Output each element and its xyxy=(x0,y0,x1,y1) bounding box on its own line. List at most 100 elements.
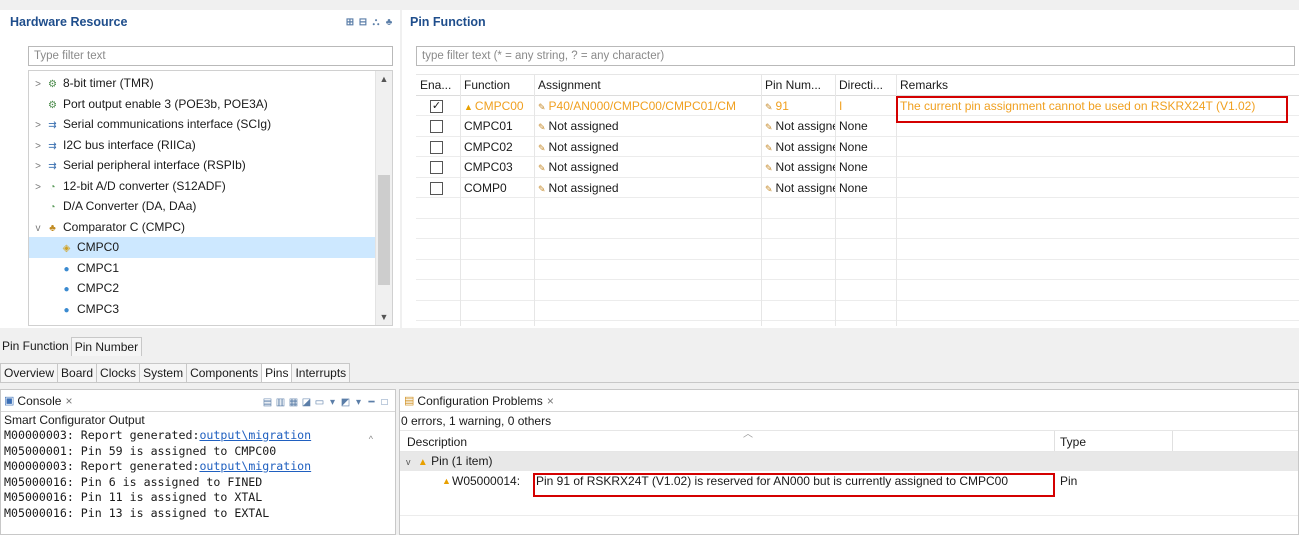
function-cell: CMPC01 xyxy=(460,116,534,136)
col-direction[interactable]: Directi... xyxy=(835,75,896,95)
empty-row xyxy=(416,280,1299,301)
report-link[interactable]: output\migration xyxy=(199,459,311,473)
tree-item-label: CMPC0 xyxy=(77,240,120,254)
close-icon[interactable]: × xyxy=(65,394,72,408)
enable-checkbox[interactable] xyxy=(430,161,443,175)
pin-number-cell[interactable]: ✎Not assigned xyxy=(761,137,835,157)
minimize-icon[interactable]: ━ xyxy=(365,397,378,408)
tab-overview[interactable]: Overview xyxy=(0,363,59,382)
tab-pin-number[interactable]: Pin Number xyxy=(70,337,143,356)
pin-number-label: Not assigned xyxy=(775,139,835,154)
col-type[interactable]: Type xyxy=(1060,431,1086,453)
pin-function-row[interactable]: CMPC03✎Not assigned✎Not assignedNone xyxy=(416,157,1299,178)
assignment-cell[interactable]: ✎ Not assigned xyxy=(534,157,761,177)
pin-function-row[interactable]: CMPC02✎Not assigned✎Not assignedNone xyxy=(416,137,1299,157)
tree-item[interactable]: > ⇉ Serial peripheral interface (RSPIb) xyxy=(29,155,376,176)
scroll-down-icon[interactable]: ▼ xyxy=(376,309,392,325)
enable-cell: ✓ xyxy=(416,96,460,116)
serial-icon: ⇉ xyxy=(48,161,57,172)
assignment-cell[interactable]: ✎ Not assigned xyxy=(534,178,761,198)
open-console-icon[interactable]: ◩ xyxy=(339,397,352,408)
col-assignment[interactable]: Assignment xyxy=(534,75,761,95)
hw-scroll-thumb[interactable] xyxy=(378,175,390,285)
assignment-cell[interactable]: ✎ Not assigned xyxy=(534,116,761,136)
problems-group-row[interactable]: v ▲ Pin (1 item) xyxy=(400,452,1298,471)
pin-number-cell[interactable]: ✎Not assigned xyxy=(761,116,835,136)
word-wrap-icon[interactable]: ▦ xyxy=(287,397,300,408)
chevron-down-icon[interactable]: v xyxy=(406,457,411,467)
tab-interrupts[interactable]: Interrupts xyxy=(291,363,351,382)
console-line: M05000016: Pin 6 is assigned to FINED xyxy=(4,475,379,491)
tree-item[interactable]: ● CMPC3 xyxy=(29,299,376,320)
hw-filter-input[interactable]: Type filter text xyxy=(28,46,393,66)
console-tab[interactable]: Console xyxy=(17,394,61,408)
tree-item[interactable]: > ◔ 12-bit A/D converter (S12ADF) xyxy=(29,176,376,197)
console-scroll-up-icon[interactable]: ^ xyxy=(369,434,373,444)
chevron-right-icon[interactable]: > xyxy=(31,137,45,157)
chevron-right-icon[interactable]: > xyxy=(31,178,45,198)
pin-number-cell[interactable]: ✎Not assigned xyxy=(761,178,835,198)
function-label: CMPC01 xyxy=(464,119,513,133)
enable-checkbox[interactable]: ✓ xyxy=(430,99,443,113)
hw-tree-scrollbar[interactable]: ▲ ▼ xyxy=(375,71,392,325)
expand-all-icon[interactable]: ⊞ xyxy=(344,17,357,28)
chevron-right-icon[interactable]: > xyxy=(31,157,45,177)
enable-checkbox[interactable] xyxy=(430,181,443,195)
tree-icon[interactable]: ⛬ xyxy=(370,17,383,28)
serial-icon: ⇉ xyxy=(48,140,57,152)
pin-number-label: Not assigned xyxy=(775,160,835,174)
tree-item[interactable]: ⚙ Port output enable 3 (POE3b, POE3A) xyxy=(29,94,376,115)
tree-item[interactable]: ● CMPC1 xyxy=(29,258,376,279)
sort-indicator-icon: ︿ xyxy=(743,429,753,440)
scroll-up-icon[interactable]: ▲ xyxy=(376,71,392,87)
chevron-down-icon[interactable]: ▾ xyxy=(326,397,339,408)
collapse-all-icon[interactable]: ⊟ xyxy=(357,17,370,28)
col-pin-number[interactable]: Pin Num... xyxy=(761,75,835,95)
tree-item[interactable]: > ⇉ Serial communications interface (SCIg) xyxy=(29,114,376,135)
tab-system[interactable]: System xyxy=(139,363,188,382)
function-label: COMP0 xyxy=(464,180,507,195)
console-output[interactable]: M00000003: Report generated:output\migra… xyxy=(1,428,379,521)
edit-icon: ✎ xyxy=(765,101,773,112)
pin-console-icon[interactable]: ◪ xyxy=(300,397,313,408)
hierarchy-icon[interactable]: ♣ xyxy=(383,17,396,28)
pin-number-cell[interactable]: ✎Not assigned xyxy=(761,157,835,177)
problems-tab[interactable]: Configuration Problems xyxy=(417,394,542,408)
pin-function-row[interactable]: COMP0✎Not assigned✎Not assignedNone xyxy=(416,178,1299,198)
tab-pins[interactable]: Pins xyxy=(261,363,293,382)
chevron-right-icon[interactable]: > xyxy=(31,116,45,136)
view-menu-icon[interactable]: ▾ xyxy=(352,397,365,408)
report-link[interactable]: output\migration xyxy=(199,428,311,442)
enable-checkbox[interactable] xyxy=(430,140,443,154)
col-function[interactable]: Function xyxy=(460,75,534,95)
tab-clocks[interactable]: Clocks xyxy=(96,363,141,382)
col-enabled[interactable]: Ena... xyxy=(416,75,460,95)
tab-pin-function[interactable]: Pin Function xyxy=(0,337,72,356)
clear-console-icon[interactable]: ▤ xyxy=(261,397,274,408)
edit-icon: ✎ xyxy=(538,142,546,153)
maximize-icon[interactable]: □ xyxy=(378,397,391,408)
tree-item[interactable]: ● CMPC2 xyxy=(29,278,376,299)
enable-checkbox[interactable] xyxy=(430,120,443,134)
col-description[interactable]: Description xyxy=(407,431,467,453)
pin-number-cell[interactable]: ✎ 91 xyxy=(761,96,835,116)
col-remarks[interactable]: Remarks xyxy=(896,75,1299,95)
tree-item[interactable]: v ♣ Comparator C (CMPC) xyxy=(29,217,376,238)
tab-board[interactable]: Board xyxy=(57,363,98,382)
display-console-icon[interactable]: ▭ xyxy=(313,397,326,408)
edit-icon: ✎ xyxy=(765,142,773,153)
pf-filter-input[interactable]: type filter text (* = any string, ? = an… xyxy=(416,46,1295,66)
assignment-cell[interactable]: ✎ P40/AN000/CMPC00/CMPC01/CM xyxy=(534,96,761,116)
warning-icon: ▲ xyxy=(417,457,428,468)
tab-components[interactable]: Components xyxy=(186,363,263,382)
close-icon[interactable]: × xyxy=(547,394,554,408)
assignment-cell[interactable]: ✎ Not assigned xyxy=(534,137,761,157)
chevron-down-icon[interactable]: v xyxy=(31,219,45,239)
scroll-lock-icon[interactable]: ▥ xyxy=(274,397,287,408)
tree-item[interactable]: ◈ CMPC0 xyxy=(29,237,376,258)
chevron-right-icon[interactable]: > xyxy=(31,75,45,95)
tree-item[interactable]: ◔ D/A Converter (DA, DAa) xyxy=(29,196,376,217)
tree-item[interactable]: > ⚙ 8-bit timer (TMR) xyxy=(29,73,376,94)
comparator-icon: ♣ xyxy=(49,222,56,234)
tree-item[interactable]: > ⇉ I2C bus interface (RIICa) xyxy=(29,135,376,156)
